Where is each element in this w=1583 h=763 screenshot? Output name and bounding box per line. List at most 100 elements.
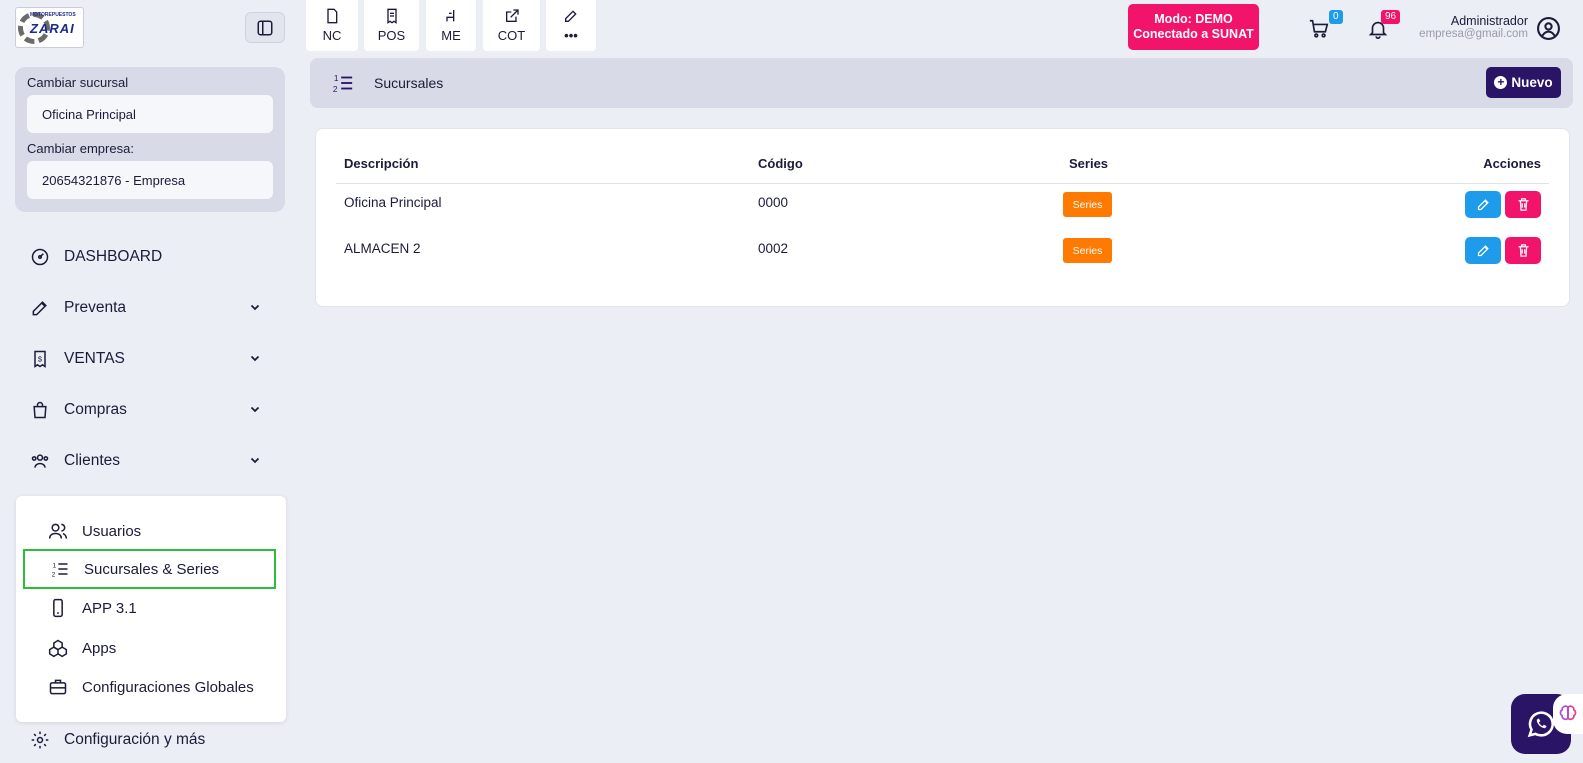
chevron-down-icon [250, 406, 260, 413]
quick-action-more[interactable]: ••• [546, 0, 596, 51]
edit-button[interactable] [1465, 237, 1501, 264]
users-icon [31, 454, 49, 468]
user-name: Administrador [1450, 14, 1528, 28]
notifications-button[interactable]: 96 [1367, 10, 1401, 45]
company-logo[interactable]: MOTOREPUESTOS ZARAI [15, 7, 84, 48]
demo-mode-line2: Conectado a SUNAT [1133, 27, 1254, 41]
page-header: 12 Sucursales + Nuevo [310, 58, 1573, 108]
logo-brand: ZARAI [30, 21, 75, 36]
quick-action-cot[interactable]: COT [483, 0, 540, 51]
shopping-bag-icon [33, 401, 47, 419]
cart-count-badge: 0 [1329, 10, 1343, 24]
quick-action-label: NC [322, 28, 342, 43]
notifications-count-badge: 96 [1381, 10, 1401, 24]
sidebar-item-compras[interactable]: Compras [15, 390, 285, 430]
submenu-item-usuarios[interactable]: Usuarios [23, 511, 276, 551]
cart-icon [1309, 19, 1329, 38]
users-icon [48, 523, 68, 539]
ai-assistant-button[interactable] [1553, 694, 1583, 734]
column-header-actions: Acciones [1483, 156, 1541, 171]
chair-icon [446, 10, 455, 22]
quick-action-label: POS [377, 28, 406, 43]
sidebar-item-preventa[interactable]: Preventa [15, 288, 285, 328]
cell-description: ALMACEN 2 [344, 241, 421, 256]
submenu-item-sucursales-series[interactable]: 12 Sucursales & Series [23, 549, 276, 589]
brain-icon [1559, 705, 1577, 721]
user-circle-icon [1537, 17, 1560, 40]
quick-action-label: ••• [564, 28, 578, 43]
user-info[interactable]: Administrador empresa@gmail.com [1419, 14, 1528, 40]
column-header-description: Descripción [344, 156, 419, 171]
cell-code: 0002 [758, 241, 789, 256]
sidebar-item-label: Preventa [64, 299, 127, 316]
sidebar-item-ventas[interactable]: $ VENTAS [15, 339, 285, 379]
submenu-item-apps[interactable]: Apps [23, 628, 276, 668]
boxes-icon [48, 639, 68, 658]
new-button-label: Nuevo [1511, 75, 1553, 90]
svg-text:2: 2 [333, 85, 338, 94]
chevron-down-icon [250, 457, 260, 464]
sidebar-toggle-button[interactable] [245, 12, 285, 43]
series-button[interactable]: Series [1063, 192, 1112, 217]
submenu-item-configuraciones-globales[interactable]: Configuraciones Globales [23, 667, 276, 707]
svg-text:1: 1 [334, 74, 339, 83]
user-email: empresa@gmail.com [1419, 28, 1528, 40]
user-avatar-button[interactable] [1536, 16, 1561, 46]
gauge-icon [31, 248, 49, 266]
chevron-down-icon [250, 304, 260, 311]
branches-table: Descripción Código Series Acciones Ofici… [315, 128, 1570, 307]
branch-select[interactable]: Oficina Principal [27, 95, 273, 133]
sidebar-item-label: VENTAS [64, 350, 125, 367]
settings-submenu: Usuarios 12 Sucursales & Series APP 3.1 … [16, 496, 286, 722]
cart-button[interactable]: 0 [1308, 10, 1343, 45]
company-label: Cambiar empresa: [27, 141, 134, 156]
column-header-code: Código [758, 156, 803, 171]
receipt-icon [386, 8, 397, 24]
trash-icon [1518, 198, 1528, 211]
column-header-series: Series [1069, 156, 1109, 171]
ordered-list-icon: 12 [333, 74, 353, 94]
demo-mode-badge[interactable]: Modo: DEMO Conectado a SUNAT [1128, 4, 1259, 50]
series-button[interactable]: Series [1063, 238, 1112, 263]
sidebar-item-configuracion[interactable]: Configuración y más [15, 720, 285, 760]
company-select[interactable]: 20654321876 - Empresa [27, 161, 273, 199]
trash-icon [1518, 244, 1528, 257]
chevron-down-icon [250, 355, 260, 362]
delete-button[interactable] [1505, 237, 1541, 264]
svg-text:1: 1 [53, 562, 57, 569]
edit-icon [1477, 245, 1489, 257]
sidebar-item-clientes[interactable]: Clientes [15, 441, 285, 481]
logo-top-text: MOTOREPUESTOS [30, 12, 76, 18]
briefcase-icon [49, 679, 67, 695]
sidebar-item-label: Configuración y más [64, 731, 206, 748]
quick-action-label: ME [441, 28, 461, 43]
edit-icon [1477, 199, 1489, 211]
sidebar-item-label: Clientes [64, 452, 120, 469]
delete-button[interactable] [1505, 191, 1541, 218]
submenu-item-label: Usuarios [82, 522, 142, 540]
quick-action-nc[interactable]: NC [306, 0, 358, 51]
quick-action-pos[interactable]: POS [364, 0, 419, 51]
submenu-item-label: Sucursales & Series [84, 560, 220, 578]
new-branch-button[interactable]: + Nuevo [1486, 67, 1561, 98]
submenu-item-label: Configuraciones Globales [82, 678, 254, 696]
quick-action-me[interactable]: ME [426, 0, 476, 51]
edit-button[interactable] [1465, 191, 1501, 218]
cell-description: Oficina Principal [344, 195, 442, 210]
sidebar-item-label: Compras [64, 401, 127, 418]
branch-label: Cambiar sucursal [27, 75, 129, 90]
smartphone-icon [53, 598, 63, 618]
branch-company-card: Cambiar sucursal Oficina Principal Cambi… [15, 67, 285, 212]
ordered-list-icon: 12 [52, 562, 68, 579]
quick-action-label: COT [497, 28, 526, 43]
sidebar-item-dashboard[interactable]: DASHBOARD [15, 237, 285, 277]
sidebar-panel-icon [257, 20, 273, 35]
submenu-item-label: Apps [82, 639, 117, 657]
sidebar-item-label: DASHBOARD [64, 248, 163, 265]
demo-mode-line1: Modo: DEMO [1154, 12, 1233, 26]
plus-circle-icon: + [1494, 76, 1508, 89]
cell-code: 0000 [758, 195, 789, 210]
edit-icon [565, 10, 577, 22]
external-link-icon [505, 9, 519, 22]
submenu-item-app[interactable]: APP 3.1 [23, 588, 276, 628]
